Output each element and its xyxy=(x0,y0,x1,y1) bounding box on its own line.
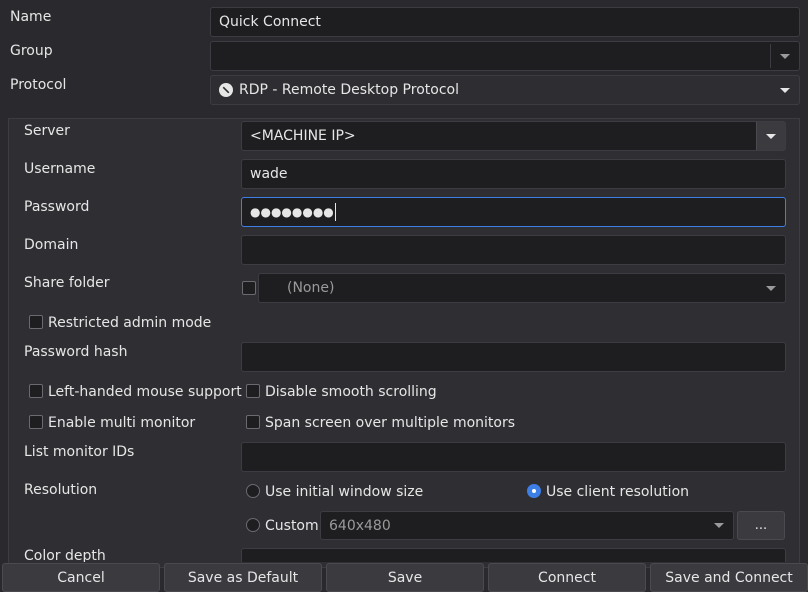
chevron-down-icon xyxy=(766,133,776,139)
res-custom-value: 640x480 xyxy=(329,517,391,534)
chevron-down-icon xyxy=(714,523,724,528)
span-screen-checkbox[interactable] xyxy=(246,415,260,429)
res-custom-radio[interactable] xyxy=(246,518,260,532)
color-depth-label: Color depth xyxy=(24,548,106,562)
protocol-label: Protocol xyxy=(10,77,67,93)
color-depth-label-clip: Color depth xyxy=(24,548,144,562)
save-as-default-label: Save as Default xyxy=(187,569,299,586)
res-initial-label: Use initial window size xyxy=(265,484,424,500)
domain-input[interactable] xyxy=(241,235,786,265)
rdp-icon xyxy=(219,83,233,97)
connect-button[interactable]: Connect xyxy=(488,563,646,592)
share-folder-label: Share folder xyxy=(24,275,110,291)
list-monitor-label: List monitor IDs xyxy=(24,444,135,460)
save-label: Save xyxy=(387,569,423,586)
username-input[interactable]: wade xyxy=(241,159,786,189)
res-initial-radio[interactable] xyxy=(246,484,260,498)
res-custom-browse-label: ... xyxy=(754,518,768,533)
server-combo[interactable]: <MACHINE IP> xyxy=(241,121,786,151)
username-value: wade xyxy=(250,166,288,182)
left-handed-label: Left-handed mouse support xyxy=(48,384,242,400)
left-handed-checkbox[interactable] xyxy=(29,384,43,398)
res-client-label: Use client resolution xyxy=(546,484,690,500)
group-dropdown-button[interactable] xyxy=(771,42,799,70)
chevron-down-icon xyxy=(780,87,790,93)
restricted-admin-label: Restricted admin mode xyxy=(48,315,212,331)
cancel-label: Cancel xyxy=(57,569,105,586)
chevron-down-icon xyxy=(766,285,776,291)
group-combo[interactable] xyxy=(210,41,800,71)
password-value: ●●●●●●●● xyxy=(250,205,334,219)
server-dropdown-button[interactable] xyxy=(756,122,785,150)
password-label: Password xyxy=(24,199,90,215)
res-custom-label: Custom xyxy=(265,518,319,534)
password-input[interactable]: ●●●●●●●● xyxy=(241,197,786,227)
save-as-default-button[interactable]: Save as Default xyxy=(164,563,322,592)
res-custom-browse-button[interactable]: ... xyxy=(737,511,785,540)
color-depth-combo[interactable] xyxy=(241,548,786,562)
share-folder-combo[interactable]: (None) xyxy=(258,273,786,303)
save-and-connect-button[interactable]: Save and Connect xyxy=(650,563,808,592)
cancel-button[interactable]: Cancel xyxy=(2,563,160,592)
multi-monitor-checkbox[interactable] xyxy=(29,415,43,429)
disable-smooth-checkbox[interactable] xyxy=(246,384,260,398)
save-button[interactable]: Save xyxy=(326,563,484,592)
connect-label: Connect xyxy=(538,569,596,586)
username-label: Username xyxy=(24,161,96,177)
restricted-admin-checkbox[interactable] xyxy=(29,315,43,329)
protocol-dropdown-button[interactable] xyxy=(771,76,799,104)
save-and-connect-label: Save and Connect xyxy=(665,569,793,586)
res-custom-combo[interactable]: 640x480 xyxy=(320,511,734,540)
res-client-radio[interactable] xyxy=(527,484,541,498)
name-value: Quick Connect xyxy=(219,14,321,30)
server-value: <MACHINE IP> xyxy=(250,128,356,144)
chevron-down-icon xyxy=(780,53,790,59)
share-folder-checkbox[interactable] xyxy=(242,281,256,295)
span-screen-label: Span screen over multiple monitors xyxy=(265,415,516,431)
group-label: Group xyxy=(10,43,53,59)
resolution-label: Resolution xyxy=(24,482,98,498)
domain-label: Domain xyxy=(24,237,79,253)
list-monitor-input[interactable] xyxy=(241,442,786,472)
multi-monitor-label: Enable multi monitor xyxy=(48,415,196,431)
name-input[interactable]: Quick Connect xyxy=(210,7,800,37)
share-folder-value: (None) xyxy=(287,280,335,296)
text-cursor xyxy=(334,203,336,221)
name-label: Name xyxy=(10,9,52,25)
server-label: Server xyxy=(24,123,70,139)
disable-smooth-label: Disable smooth scrolling xyxy=(265,384,437,400)
protocol-value: RDP - Remote Desktop Protocol xyxy=(239,82,459,98)
share-folder-dropdown-button[interactable] xyxy=(757,274,785,302)
color-depth-combo-clip xyxy=(241,548,786,562)
protocol-combo[interactable]: RDP - Remote Desktop Protocol xyxy=(210,75,800,105)
password-hash-label: Password hash xyxy=(24,344,128,360)
password-hash-input[interactable] xyxy=(241,342,786,372)
res-custom-dropdown-button[interactable] xyxy=(705,512,733,539)
